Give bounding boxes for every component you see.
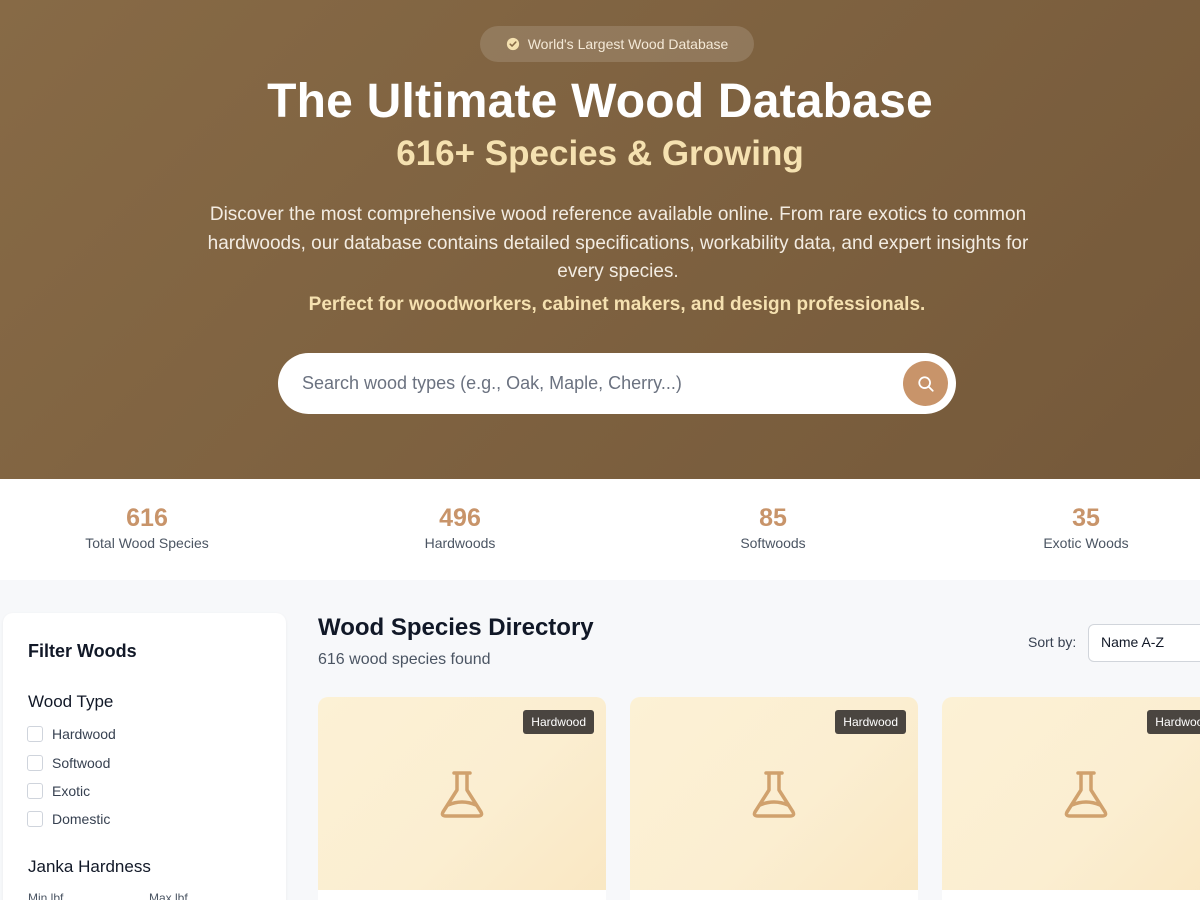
stat-hardwoods: 496 Hardwoods <box>310 504 610 551</box>
checkbox-label: Domestic <box>52 811 111 827</box>
sort-label: Sort by: <box>1028 634 1077 650</box>
flask-icon <box>752 771 796 818</box>
page-title: The Ultimate Wood Database <box>267 75 933 128</box>
filter-exotic[interactable]: Exotic <box>27 783 90 799</box>
stat-label: Softwoods <box>740 535 806 551</box>
card-type-badge: Hardwood <box>1147 710 1200 734</box>
checkbox[interactable] <box>27 783 43 799</box>
checkbox[interactable] <box>27 726 43 742</box>
search-icon <box>917 375 934 392</box>
hero-badge: World's Largest Wood Database <box>480 26 754 62</box>
hero-tagline: Perfect for woodworkers, cabinet makers,… <box>308 294 926 315</box>
filter-title: Filter Woods <box>28 641 137 661</box>
search-button[interactable] <box>903 361 948 406</box>
checkbox-label: Hardwood <box>52 726 116 742</box>
stat-total-species: 616 Total Wood Species <box>0 504 297 551</box>
checkbox[interactable] <box>27 755 43 771</box>
filter-softwood[interactable]: Softwood <box>27 755 110 771</box>
checkbox[interactable] <box>27 811 43 827</box>
check-circle-icon <box>506 37 519 51</box>
search-bar <box>278 353 956 414</box>
checkbox-label: Exotic <box>52 783 91 799</box>
filter-domestic[interactable]: Domestic <box>27 811 110 827</box>
hero-section: World's Largest Wood Database The Ultima… <box>0 0 1200 479</box>
stat-value: 616 <box>126 504 168 532</box>
hero-subtitle: 616+ Species & Growing <box>396 134 804 173</box>
stat-value: 85 <box>759 504 787 532</box>
card-body <box>318 890 606 900</box>
filter-hardwood[interactable]: Hardwood <box>27 726 116 742</box>
hero-badge-text: World's Largest Wood Database <box>527 36 729 52</box>
stat-softwoods: 85 Softwoods <box>623 504 923 551</box>
hero-description: Discover the most comprehensive wood ref… <box>207 204 1029 282</box>
card-type-badge: Hardwood <box>835 710 906 734</box>
stats-bar: 616 Total Wood Species 496 Hardwoods 85 … <box>0 479 1200 580</box>
max-lbf-label: Max lbf <box>149 891 188 900</box>
stat-label: Hardwoods <box>424 535 496 551</box>
card-body <box>942 890 1200 900</box>
card-type-badge: Hardwood <box>523 710 594 734</box>
stat-label: Total Wood Species <box>85 535 209 551</box>
results-count: 616 wood species found <box>318 651 491 668</box>
flask-icon <box>440 771 484 818</box>
min-lbf-label: Min lbf <box>28 891 64 900</box>
janka-hardness-title: Janka Hardness <box>28 857 151 876</box>
directory-title: Wood Species Directory <box>318 614 594 641</box>
stat-exotic-woods: 35 Exotic Woods <box>936 504 1200 551</box>
stat-value: 496 <box>439 504 481 532</box>
wood-type-title: Wood Type <box>28 692 114 711</box>
sort-select[interactable]: Name A-Z <box>1088 624 1200 662</box>
flask-icon <box>1064 771 1108 818</box>
stat-value: 35 <box>1072 504 1100 532</box>
wood-card[interactable]: Hardwood <box>630 697 918 900</box>
card-body <box>630 890 918 900</box>
stat-label: Exotic Woods <box>1043 535 1129 551</box>
search-input[interactable] <box>302 373 892 394</box>
wood-card[interactable]: Hardwood <box>942 697 1200 900</box>
checkbox-label: Softwood <box>52 755 111 771</box>
wood-card[interactable]: Hardwood <box>318 697 606 900</box>
filter-sidebar: Filter Woods Wood Type Hardwood Softwood… <box>3 613 286 900</box>
